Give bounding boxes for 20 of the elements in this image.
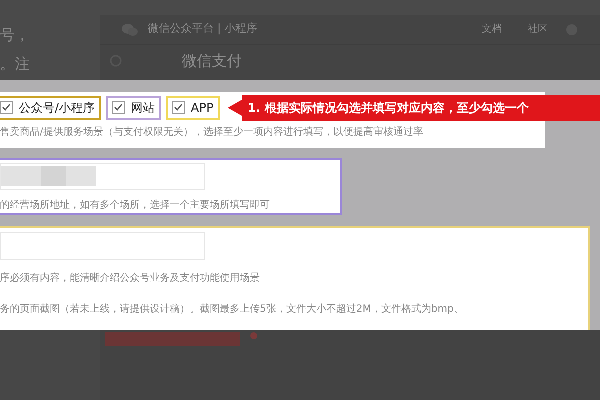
- action-button[interactable]: [105, 332, 240, 346]
- checkmark-icon: [114, 103, 124, 112]
- checkmark-icon: [2, 103, 11, 112]
- app-name-field[interactable]: [0, 232, 205, 260]
- hint-text: 序必须有内容，能清晰介绍公众号业务及支付功能使用场景: [0, 272, 261, 286]
- scene-checkbox[interactable]: 网站: [106, 96, 162, 120]
- scene-checkbox[interactable]: APP: [166, 96, 220, 120]
- hint-text: 务的页面截图（若未上线，请提供设计稿）。截图最多上传5张，文件大小不超过2M，文件格式为bmp、: [0, 302, 465, 317]
- hint-text: 售卖商品/提供服务场景（与支付权限无关），选择至少一项内容进行填写，以便提高审核通过率: [0, 126, 424, 140]
- checkmark-icon: [174, 103, 184, 112]
- text-fragment: 号，: [0, 28, 31, 43]
- warning-dot-icon: [250, 332, 258, 340]
- text-fragment: 。注: [0, 57, 31, 72]
- hint-text: 的经营场所地址，如有多个场所，选择一个主要场所填写即可: [0, 198, 271, 213]
- callout-pointer-icon: [228, 100, 242, 116]
- site-title: 微信公众平台 | 小程序: [148, 21, 259, 38]
- page-heading: 微信支付: [182, 50, 242, 72]
- scene-checkbox[interactable]: 公众号/小程序: [0, 96, 102, 120]
- blurred-value-icon: [1, 166, 96, 186]
- address-field[interactable]: [0, 162, 205, 190]
